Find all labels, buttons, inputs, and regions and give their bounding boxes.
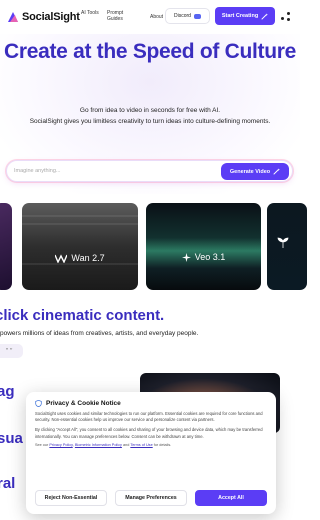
veo-star-icon — [181, 252, 191, 262]
cookie-actions: Reject Non-Essential Manage Preferences … — [35, 490, 267, 506]
quote-chip[interactable]: ” ” — [0, 344, 23, 358]
card-caption: Wan 2.7 — [22, 253, 138, 263]
start-creating-button[interactable]: Start Creating — [215, 7, 275, 25]
hero-subtitle: Go from idea to video in seconds for fre… — [10, 105, 290, 127]
showcase-heading-2: sua — [0, 430, 23, 447]
card-caption: Veo 3.1 — [146, 252, 261, 262]
nav-link-prompt-guides[interactable]: Prompt Guides — [107, 10, 129, 22]
card-label-wan: Wan 2.7 — [71, 253, 105, 263]
start-creating-label: Start Creating — [221, 13, 259, 19]
nav-link-about[interactable]: About — [150, 14, 163, 20]
hero-title: Create at the Speed of Culture — [3, 40, 297, 63]
hero-subtitle-line-2: SocialSight gives you limitless creativi… — [29, 118, 271, 125]
cookie-paragraph-2: By clicking "Accept All", you consent to… — [35, 427, 263, 439]
privacy-policy-link[interactable]: Privacy Policy — [49, 443, 72, 447]
cookie-policy-links: See our Privacy Policy, Biometric Inform… — [35, 442, 172, 447]
discord-icon — [193, 13, 201, 19]
prompt-box: Generate Video — [6, 160, 293, 182]
cookie-title: Privacy & Cookie Notice — [46, 400, 121, 407]
showcase-heading-3: ral — [0, 475, 16, 492]
cookie-consent-dialog: Privacy & Cookie Notice SocialSight uses… — [26, 392, 276, 514]
reject-non-essential-button[interactable]: Reject Non-Essential — [35, 490, 107, 506]
carousel-card-partial-left[interactable] — [0, 203, 12, 290]
magic-wand-icon — [273, 168, 281, 175]
magic-wand-icon — [261, 12, 269, 20]
discord-button[interactable]: Discord — [165, 8, 210, 24]
nav-link-ai-tools[interactable]: AI Tools — [81, 10, 99, 16]
top-navbar: SocialSight AI Tools Prompt Guides About… — [0, 0, 300, 34]
prompt-input[interactable] — [14, 168, 214, 174]
cookie-see-prefix: See our — [35, 442, 49, 447]
carousel-card-partial-right[interactable] — [267, 203, 307, 290]
generate-video-button[interactable]: Generate Video — [221, 163, 289, 180]
wan-logo-icon — [55, 253, 68, 263]
cookie-and-text: and — [122, 442, 130, 447]
brand-name: SocialSight — [22, 11, 80, 23]
socialsight-logo-icon — [8, 12, 18, 22]
plant-sprout-icon — [277, 237, 289, 248]
cookie-paragraph-1: SocialSight uses cookies and similar tec… — [35, 411, 263, 423]
discord-label: Discord — [174, 13, 191, 19]
cookie-see-suffix: for details. — [153, 442, 172, 447]
cookie-header: Privacy & Cookie Notice — [35, 400, 267, 407]
section-subtitle: powers millions of ideas from creatives,… — [0, 330, 199, 337]
showcase-heading-1: ag — [0, 383, 15, 400]
hero-subtitle-line-1: Go from idea to video in seconds for fre… — [79, 107, 221, 114]
sparkles-menu-icon[interactable] — [281, 12, 291, 22]
section-title: click cinematic content. — [0, 307, 165, 324]
generate-video-label: Generate Video — [229, 168, 271, 175]
biometric-policy-link[interactable]: Biometric Information Policy — [75, 443, 122, 447]
carousel-card-wan[interactable]: Wan 2.7 — [22, 203, 138, 290]
shield-icon — [35, 400, 42, 407]
card-label-veo: Veo 3.1 — [194, 252, 226, 262]
terms-of-use-link[interactable]: Terms of Use — [130, 443, 152, 447]
carousel-card-veo[interactable]: Veo 3.1 — [146, 203, 261, 290]
accept-all-button[interactable]: Accept All — [195, 490, 267, 506]
brand-logo[interactable]: SocialSight — [6, 10, 80, 24]
manage-preferences-button[interactable]: Manage Preferences — [115, 490, 187, 506]
